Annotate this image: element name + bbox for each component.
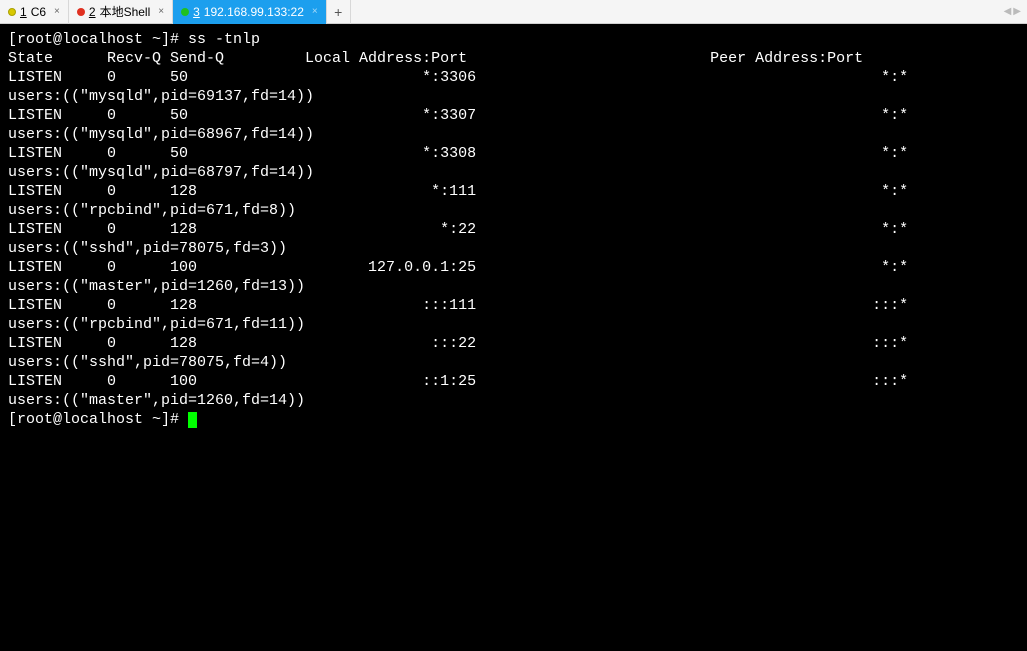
plus-icon: + (334, 4, 342, 20)
tab-number: 1 (20, 5, 27, 19)
tab-local-shell[interactable]: 2 本地Shell × (69, 0, 173, 24)
terminal-cursor (188, 412, 197, 428)
new-tab-button[interactable]: + (327, 0, 351, 24)
tab-number: 2 (89, 5, 96, 19)
tab-nav-arrows: ◀ ▶ (1004, 6, 1027, 17)
nav-right-icon[interactable]: ▶ (1013, 6, 1021, 17)
tab-bar: 1 C6 × 2 本地Shell × 3 192.168.99.133:22 ×… (0, 0, 1027, 24)
tab-c6[interactable]: 1 C6 × (0, 0, 69, 24)
tab-label: 192.168.99.133:22 (204, 5, 304, 19)
close-icon[interactable]: × (54, 6, 60, 17)
close-icon[interactable]: × (158, 6, 164, 17)
tab-number: 3 (193, 5, 200, 19)
terminal-output[interactable]: [root@localhost ~]# ss -tnlp State Recv-… (0, 24, 1027, 651)
tab-ssh-session[interactable]: 3 192.168.99.133:22 × (173, 0, 327, 24)
nav-left-icon[interactable]: ◀ (1004, 6, 1012, 17)
status-dot-icon (77, 8, 85, 16)
status-dot-icon (181, 8, 189, 16)
tab-label: C6 (31, 5, 46, 19)
tab-label: 本地Shell (100, 3, 151, 20)
status-dot-icon (8, 8, 16, 16)
close-icon[interactable]: × (312, 6, 318, 17)
